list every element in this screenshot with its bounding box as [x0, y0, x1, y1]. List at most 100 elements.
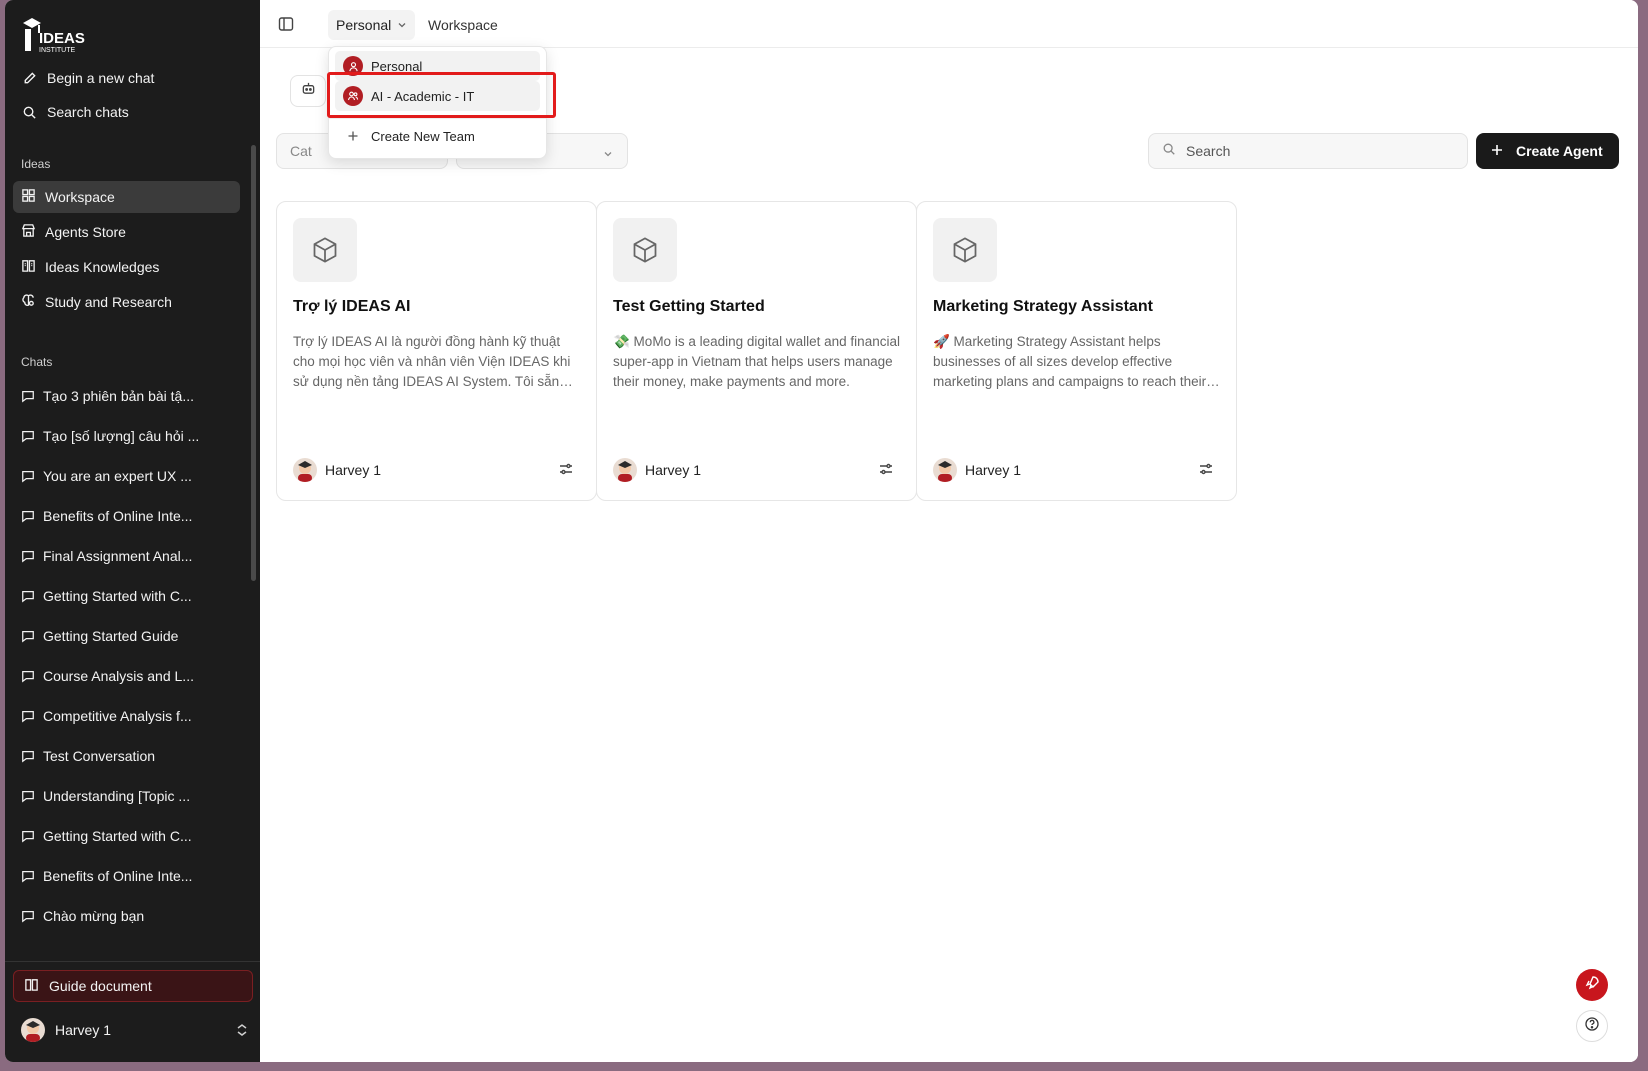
sidebar-toggle-icon[interactable] [278, 16, 294, 37]
sidebar-item-study-research[interactable]: Study and Research [13, 286, 240, 318]
chat-bubble-icon [22, 551, 34, 563]
book-icon [21, 258, 36, 276]
sliders-icon[interactable] [1198, 461, 1214, 482]
chat-item[interactable]: Tạo [số lượng] câu hỏi ... [5, 416, 252, 456]
chat-item[interactable]: Final Assignment Anal... [5, 536, 252, 576]
sliders-icon[interactable] [558, 461, 574, 482]
search-icon [21, 104, 37, 120]
search-input[interactable] [1186, 143, 1446, 159]
chat-item[interactable]: Getting Started with C... [5, 816, 252, 856]
help-button[interactable] [1576, 1010, 1608, 1042]
chat-bubble-icon [22, 711, 34, 723]
owner-name: Harvey 1 [965, 462, 1022, 478]
menu-item-label: Personal [371, 58, 423, 74]
new-chat-button[interactable]: Begin a new chat [21, 63, 154, 93]
agent-title: Marketing Strategy Assistant [933, 298, 1153, 315]
agent-title: Trợ lý IDEAS AI [293, 298, 411, 315]
chat-bubble-icon [22, 591, 34, 603]
chat-item[interactable]: Understanding [Topic ... [5, 776, 252, 816]
chevron-down-icon [603, 146, 613, 162]
ideas-section-label: Ideas [21, 157, 51, 171]
chat-item[interactable]: Benefits of Online Inte... [5, 856, 252, 896]
category-placeholder: Cat [290, 143, 312, 159]
guide-document-button[interactable]: Guide document [13, 970, 253, 1002]
sidebar-item-ideas-knowledges[interactable]: Ideas Knowledges [13, 251, 240, 283]
main-content: Personal Workspace Cat Search Create Age… [260, 0, 1638, 1062]
agent-owner: Harvey 1 [933, 458, 1021, 482]
users-icon [343, 86, 363, 106]
user-name: Harvey 1 [55, 1022, 112, 1038]
top-bar: Personal Workspace [260, 0, 1638, 48]
agent-card[interactable]: Marketing Strategy Assistant 🚀 Marketing… [916, 201, 1237, 501]
chat-bubble-icon [22, 431, 34, 443]
agent-description: Trợ lý IDEAS AI là người đồng hành kỹ th… [293, 334, 571, 389]
agent-card[interactable]: Test Getting Started 💸 MoMo is a leading… [596, 201, 917, 501]
app-window: IDEAS INSTITUTE Begin a new chat Search … [5, 0, 1638, 1062]
agents-tab-button[interactable] [290, 75, 326, 107]
chat-bubble-icon [22, 391, 34, 403]
context-dropdown: Personal AI - Academic - IT Create New T… [328, 46, 547, 159]
sidebar-item-label: Study and Research [45, 294, 172, 310]
user-icon [343, 56, 363, 76]
chats-section-label: Chats [21, 355, 53, 369]
menu-item-create-team[interactable]: Create New Team [335, 121, 540, 151]
user-menu[interactable]: Harvey 1 [21, 1015, 249, 1045]
chat-bubble-icon [22, 831, 34, 843]
chat-bubble-icon [22, 871, 34, 883]
store-icon [21, 223, 36, 241]
help-icon [1584, 1016, 1600, 1037]
chat-item[interactable]: Getting Started with C... [5, 576, 252, 616]
chat-item[interactable]: Tạo 3 phiên bản bài tậ... [5, 376, 252, 416]
avatar [613, 458, 637, 482]
sliders-icon[interactable] [878, 461, 894, 482]
search-chats-label: Search chats [47, 104, 129, 120]
chat-item[interactable]: Getting Started Guide [5, 616, 252, 656]
rocket-button[interactable] [1576, 969, 1608, 1001]
sidebar-item-label: Ideas Knowledges [45, 259, 160, 275]
agent-card[interactable]: Trợ lý IDEAS AI Trợ lý IDEAS AI là người… [276, 201, 597, 501]
agent-owner: Harvey 1 [293, 458, 381, 482]
sidebar-item-label: Workspace [45, 189, 115, 205]
agent-description: 💸 MoMo is a leading digital wallet and f… [613, 334, 900, 389]
sidebar-item-workspace[interactable]: Workspace [13, 181, 240, 213]
breadcrumb: Workspace [428, 17, 498, 33]
menu-divider [329, 118, 546, 119]
cube-icon [933, 218, 997, 282]
chevron-down-icon [397, 17, 407, 33]
chat-item[interactable]: Competitive Analysis f... [5, 696, 252, 736]
grid-icon [21, 188, 36, 206]
chat-bubble-icon [22, 751, 34, 763]
cube-icon [613, 218, 677, 282]
chevron-up-down-icon [235, 1022, 249, 1041]
sidebar-scrollbar[interactable] [251, 145, 256, 581]
sidebar-divider [5, 961, 260, 962]
chat-bubble-icon [22, 791, 34, 803]
chat-item[interactable]: Course Analysis and L... [5, 656, 252, 696]
chat-list: Tạo 3 phiên bản bài tậ... Tạo [số lượng]… [5, 376, 252, 956]
context-switcher[interactable]: Personal [328, 10, 416, 40]
avatar [933, 458, 957, 482]
menu-item-label: Create New Team [371, 128, 475, 144]
brain-icon [21, 293, 36, 311]
chat-item[interactable]: You are an expert UX ... [5, 456, 252, 496]
guide-label: Guide document [49, 978, 152, 994]
chat-bubble-icon [22, 671, 34, 683]
chat-item[interactable]: Chào mừng bạn [5, 896, 252, 936]
chat-item[interactable]: Test Conversation [5, 736, 252, 776]
agent-search[interactable] [1148, 133, 1468, 169]
sidebar-item-agents-store[interactable]: Agents Store [13, 216, 240, 248]
chat-bubble-icon [22, 511, 34, 523]
search-icon [1162, 142, 1176, 161]
ideas-logo[interactable]: IDEAS INSTITUTE [21, 16, 101, 54]
search-chats-button[interactable]: Search chats [21, 97, 129, 127]
chat-item[interactable]: Benefits of Online Inte... [5, 496, 252, 536]
menu-item-personal[interactable]: Personal [335, 51, 540, 81]
menu-item-team-ai-academic-it[interactable]: AI - Academic - IT [335, 81, 540, 111]
menu-item-label: AI - Academic - IT [371, 88, 475, 104]
chat-bubble-icon [22, 471, 34, 483]
brand-sub: INSTITUTE [39, 47, 75, 54]
avatar [21, 1018, 45, 1042]
create-agent-button[interactable]: Create Agent [1476, 133, 1619, 169]
context-label: Personal [336, 17, 392, 33]
agent-description: 🚀 Marketing Strategy Assistant helps bus… [933, 334, 1207, 389]
